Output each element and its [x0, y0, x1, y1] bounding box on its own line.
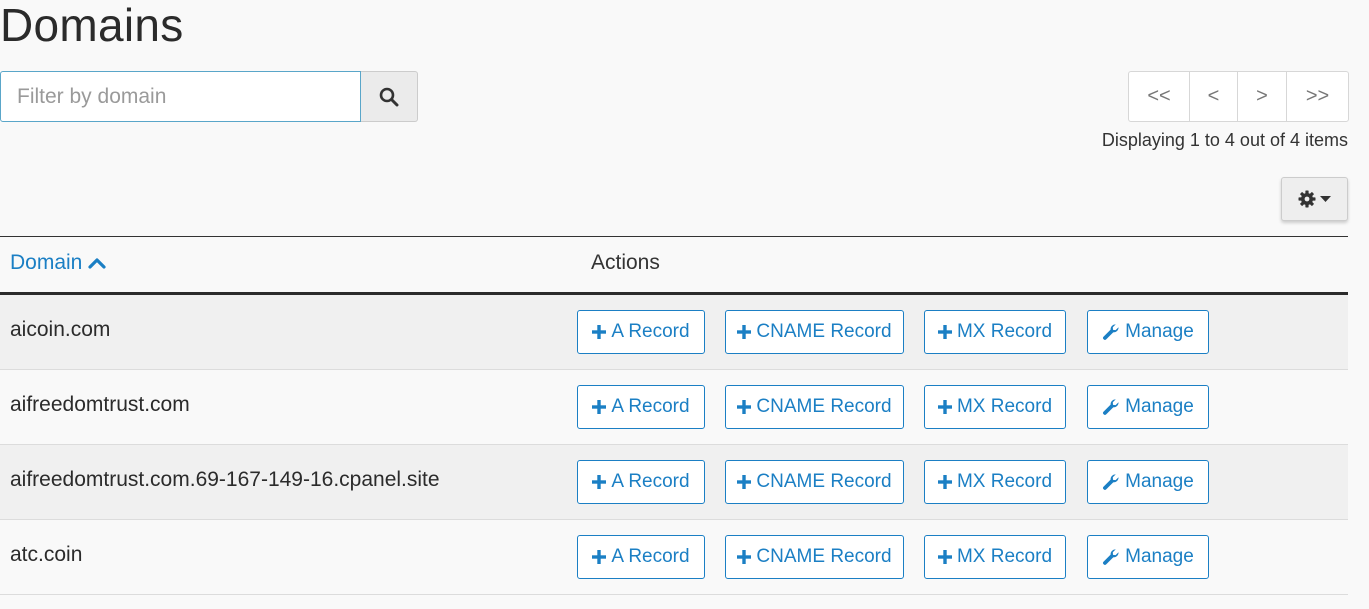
- manage-label: Manage: [1125, 396, 1194, 417]
- wrench-icon: [1102, 473, 1120, 491]
- domain-name: aifreedomtrust.com.69-167-149-16.cpanel.…: [10, 468, 440, 491]
- plus-icon: [592, 400, 607, 414]
- plus-icon: [592, 325, 607, 339]
- plus-icon: [592, 475, 607, 489]
- manage-label: Manage: [1125, 546, 1194, 567]
- pagination: << < > >>: [1128, 71, 1349, 122]
- search-group: [0, 71, 418, 122]
- add-a-record-label: A Record: [611, 321, 690, 342]
- pagination-summary: Displaying 1 to 4 out of 4 items: [1101, 130, 1348, 150]
- add-cname-record-button[interactable]: CNAME Record: [725, 310, 904, 354]
- wrench-icon: [1102, 323, 1120, 341]
- page-title: Domains: [0, 0, 184, 51]
- add-cname-record-label: CNAME Record: [756, 546, 892, 567]
- plus-icon: [737, 475, 752, 489]
- settings-dropdown-button[interactable]: [1281, 177, 1348, 221]
- last-page-button[interactable]: >>: [1287, 72, 1348, 121]
- add-cname-record-button[interactable]: CNAME Record: [725, 460, 904, 504]
- add-mx-record-button[interactable]: MX Record: [924, 460, 1066, 504]
- caret-down-icon: [1320, 195, 1331, 203]
- add-mx-record-label: MX Record: [956, 321, 1053, 342]
- table-row: aifreedomtrust.com A Record CNAME Record…: [0, 370, 1348, 445]
- add-mx-record-label: MX Record: [956, 396, 1053, 417]
- domain-column-header[interactable]: Domain: [10, 251, 106, 275]
- plus-icon: [937, 550, 952, 564]
- table-row: atc.coin A Record CNAME Record MX Record…: [0, 520, 1348, 595]
- domain-name: atc.coin: [10, 543, 83, 566]
- add-cname-record-label: CNAME Record: [756, 396, 892, 417]
- add-cname-record-label: CNAME Record: [756, 321, 892, 342]
- domain-name: aicoin.com: [10, 318, 111, 341]
- plus-icon: [937, 325, 952, 339]
- add-a-record-button[interactable]: A Record: [577, 535, 705, 579]
- manage-label: Manage: [1125, 471, 1194, 492]
- actions-column-header: Actions: [591, 251, 660, 274]
- plus-icon: [737, 325, 752, 339]
- first-page-button[interactable]: <<: [1129, 72, 1190, 121]
- add-mx-record-button[interactable]: MX Record: [924, 310, 1066, 354]
- domain-table-body: aicoin.com A Record CNAME Record MX Reco…: [0, 295, 1348, 595]
- wrench-icon: [1102, 398, 1120, 416]
- add-mx-record-button[interactable]: MX Record: [924, 535, 1066, 579]
- wrench-icon: [1102, 548, 1120, 566]
- manage-button[interactable]: Manage: [1087, 310, 1209, 354]
- search-button[interactable]: [361, 71, 418, 122]
- add-a-record-label: A Record: [611, 546, 690, 567]
- next-page-button[interactable]: >: [1238, 72, 1287, 121]
- table-header: Domain Actions: [0, 237, 1348, 295]
- manage-button[interactable]: Manage: [1087, 535, 1209, 579]
- plus-icon: [937, 400, 952, 414]
- gear-icon: [1298, 190, 1316, 208]
- search-icon: [379, 87, 399, 107]
- plus-icon: [937, 475, 952, 489]
- add-mx-record-label: MX Record: [956, 546, 1053, 567]
- domain-name: aifreedomtrust.com: [10, 393, 190, 416]
- add-a-record-button[interactable]: A Record: [577, 460, 705, 504]
- plus-icon: [592, 550, 607, 564]
- add-mx-record-label: MX Record: [956, 471, 1053, 492]
- table-row: aicoin.com A Record CNAME Record MX Reco…: [0, 295, 1348, 370]
- plus-icon: [737, 400, 752, 414]
- add-a-record-button[interactable]: A Record: [577, 310, 705, 354]
- search-input[interactable]: [0, 71, 361, 122]
- add-a-record-button[interactable]: A Record: [577, 385, 705, 429]
- manage-button[interactable]: Manage: [1087, 460, 1209, 504]
- manage-button[interactable]: Manage: [1087, 385, 1209, 429]
- manage-label: Manage: [1125, 321, 1194, 342]
- add-cname-record-button[interactable]: CNAME Record: [725, 535, 904, 579]
- chevron-up-icon: [88, 257, 106, 269]
- domain-column-label: Domain: [10, 251, 83, 274]
- table-row: aifreedomtrust.com.69-167-149-16.cpanel.…: [0, 445, 1348, 520]
- add-cname-record-button[interactable]: CNAME Record: [725, 385, 904, 429]
- add-a-record-label: A Record: [611, 471, 690, 492]
- add-mx-record-button[interactable]: MX Record: [924, 385, 1066, 429]
- previous-page-button[interactable]: <: [1190, 72, 1238, 121]
- add-a-record-label: A Record: [611, 396, 690, 417]
- plus-icon: [737, 550, 752, 564]
- add-cname-record-label: CNAME Record: [756, 471, 892, 492]
